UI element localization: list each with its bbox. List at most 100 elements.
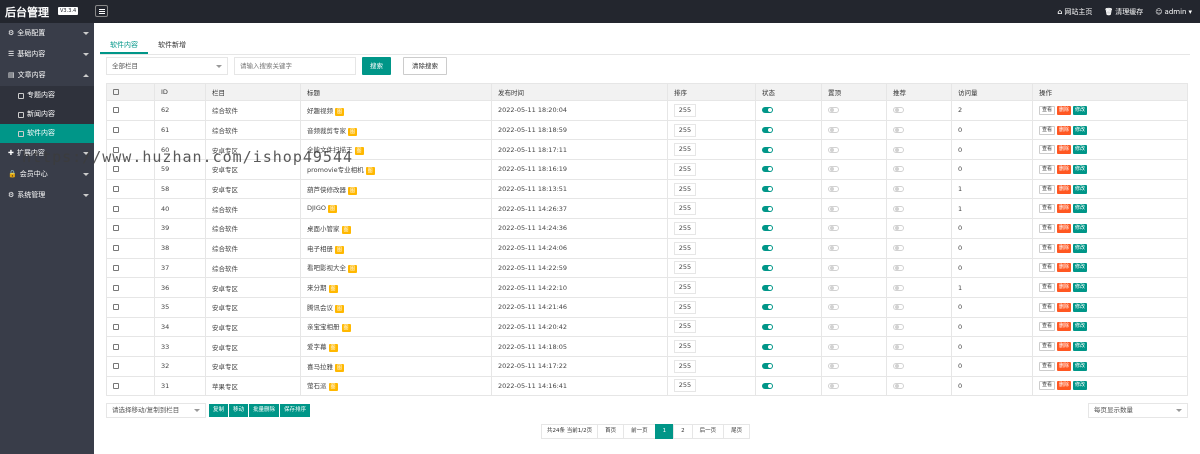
sort-input[interactable]: 255 (674, 103, 696, 117)
sidebar-item-member-center[interactable]: 🔒 会员中心 (0, 164, 94, 185)
recommend-toggle[interactable] (893, 146, 904, 153)
view-button[interactable]: 查看 (1039, 381, 1056, 391)
top-toggle[interactable] (828, 323, 839, 330)
sort-input[interactable]: 255 (674, 143, 696, 157)
delete-button[interactable]: 删除 (1057, 223, 1072, 233)
top-toggle[interactable] (828, 225, 839, 232)
top-toggle[interactable] (828, 382, 839, 389)
recommend-toggle[interactable] (893, 107, 904, 114)
top-toggle[interactable] (828, 146, 839, 153)
top-toggle[interactable] (828, 245, 839, 252)
status-toggle[interactable] (762, 245, 773, 252)
view-button[interactable]: 查看 (1039, 302, 1056, 312)
view-button[interactable]: 查看 (1039, 145, 1056, 155)
edit-button[interactable]: 修改 (1073, 361, 1088, 371)
sort-input[interactable]: 255 (674, 379, 696, 393)
select-all-checkbox[interactable] (113, 89, 119, 95)
view-button[interactable]: 查看 (1039, 125, 1056, 135)
page-1-button[interactable]: 1 (654, 424, 675, 439)
recommend-toggle[interactable] (893, 264, 904, 271)
status-toggle[interactable] (762, 186, 773, 193)
sidebar-item-news-content[interactable]: 新闻内容 (0, 105, 94, 124)
sidebar-item-system-management[interactable]: ⚙ 系统管理 (0, 185, 94, 206)
view-button[interactable]: 查看 (1039, 204, 1056, 214)
status-toggle[interactable] (762, 284, 773, 291)
top-toggle[interactable] (828, 186, 839, 193)
copy-button[interactable]: 复制 (209, 404, 229, 417)
recommend-toggle[interactable] (893, 382, 904, 389)
sort-input[interactable]: 255 (674, 300, 696, 314)
edit-button[interactable]: 修改 (1073, 342, 1088, 352)
sort-input[interactable]: 255 (674, 202, 696, 216)
status-toggle[interactable] (762, 225, 773, 232)
edit-button[interactable]: 修改 (1073, 125, 1088, 135)
sort-input[interactable]: 255 (674, 359, 696, 373)
view-button[interactable]: 查看 (1039, 322, 1056, 332)
delete-button[interactable]: 删除 (1057, 283, 1072, 293)
recommend-toggle[interactable] (893, 363, 904, 370)
move-button[interactable]: 移动 (229, 404, 249, 417)
status-toggle[interactable] (762, 382, 773, 389)
sidebar-item-extended-content[interactable]: ✚ 扩展内容 (0, 143, 94, 164)
edit-button[interactable]: 修改 (1073, 322, 1088, 332)
tab-software-content[interactable]: 软件内容 (100, 36, 148, 54)
row-checkbox[interactable] (113, 363, 119, 370)
edit-button[interactable]: 修改 (1073, 145, 1088, 155)
edit-button[interactable]: 修改 (1073, 204, 1088, 214)
recommend-toggle[interactable] (893, 186, 904, 193)
clear-cache-link[interactable]: 🗑 清理缓存 (1104, 7, 1143, 17)
top-toggle[interactable] (828, 343, 839, 350)
user-menu[interactable]: ☺ admin ▾ (1155, 7, 1192, 17)
edit-button[interactable]: 修改 (1073, 164, 1088, 174)
delete-button[interactable]: 删除 (1057, 204, 1072, 214)
status-toggle[interactable] (762, 304, 773, 311)
delete-button[interactable]: 删除 (1057, 263, 1072, 273)
edit-button[interactable]: 修改 (1073, 381, 1088, 391)
status-toggle[interactable] (762, 166, 773, 173)
edit-button[interactable]: 修改 (1073, 184, 1088, 194)
top-toggle[interactable] (828, 363, 839, 370)
recommend-toggle[interactable] (893, 127, 904, 134)
delete-button[interactable]: 删除 (1057, 361, 1072, 371)
top-toggle[interactable] (828, 127, 839, 134)
recommend-toggle[interactable] (893, 166, 904, 173)
delete-button[interactable]: 删除 (1057, 322, 1072, 332)
row-checkbox[interactable] (113, 225, 119, 232)
recommend-toggle[interactable] (893, 304, 904, 311)
recommend-toggle[interactable] (893, 323, 904, 330)
search-input[interactable] (234, 57, 356, 75)
view-button[interactable]: 查看 (1039, 105, 1056, 115)
status-toggle[interactable] (762, 127, 773, 134)
sort-input[interactable]: 255 (674, 281, 696, 295)
delete-button[interactable]: 删除 (1057, 302, 1072, 312)
search-button[interactable]: 搜索 (362, 57, 391, 75)
status-toggle[interactable] (762, 205, 773, 212)
column-select[interactable]: 全部栏目 (106, 57, 228, 75)
menu-toggle-button[interactable] (95, 5, 108, 17)
delete-button[interactable]: 删除 (1057, 105, 1072, 115)
sidebar-item-topic-content[interactable]: 专题内容 (0, 86, 94, 105)
status-toggle[interactable] (762, 323, 773, 330)
sidebar-item-global-config[interactable]: ⚙ 全局配置 (0, 23, 94, 44)
clear-search-button[interactable]: 清除搜索 (403, 57, 447, 75)
row-checkbox[interactable] (113, 264, 119, 271)
edit-button[interactable]: 修改 (1073, 223, 1088, 233)
status-toggle[interactable] (762, 343, 773, 350)
row-checkbox[interactable] (113, 323, 119, 330)
top-toggle[interactable] (828, 304, 839, 311)
view-button[interactable]: 查看 (1039, 263, 1056, 273)
delete-button[interactable]: 删除 (1057, 145, 1072, 155)
edit-button[interactable]: 修改 (1073, 283, 1088, 293)
sidebar-item-software-content[interactable]: 软件内容 (0, 124, 94, 143)
top-toggle[interactable] (828, 284, 839, 291)
sort-input[interactable]: 255 (674, 162, 696, 176)
page-2-button[interactable]: 2 (673, 424, 693, 439)
row-checkbox[interactable] (113, 107, 119, 114)
sort-input[interactable]: 255 (674, 261, 696, 275)
next-page-button[interactable]: 后一页 (691, 424, 725, 439)
sort-input[interactable]: 255 (674, 340, 696, 354)
sort-input[interactable]: 255 (674, 123, 696, 137)
top-toggle[interactable] (828, 205, 839, 212)
delete-button[interactable]: 删除 (1057, 342, 1072, 352)
last-page-button[interactable]: 尾页 (723, 424, 751, 439)
